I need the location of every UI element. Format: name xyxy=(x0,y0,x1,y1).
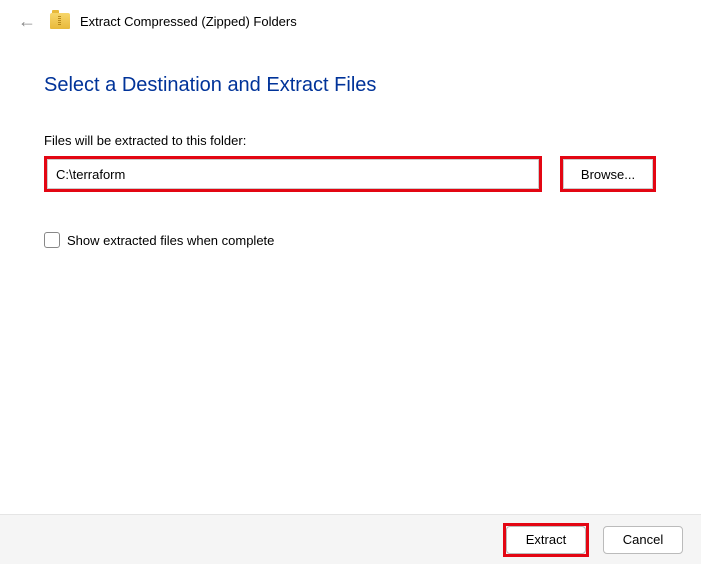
show-files-label[interactable]: Show extracted files when complete xyxy=(67,233,274,248)
wizard-footer: Extract Cancel xyxy=(0,514,701,564)
extract-button-highlight: Extract xyxy=(503,523,589,557)
cancel-button[interactable]: Cancel xyxy=(603,526,683,554)
show-files-checkbox[interactable] xyxy=(44,232,60,248)
destination-path-input[interactable] xyxy=(47,159,539,189)
wizard-header: ← Extract Compressed (Zipped) Folders xyxy=(0,0,701,40)
browse-button[interactable]: Browse... xyxy=(563,159,653,189)
path-input-highlight xyxy=(44,156,542,192)
zipped-folder-icon xyxy=(50,13,70,29)
browse-button-highlight: Browse... xyxy=(560,156,656,192)
wizard-title: Extract Compressed (Zipped) Folders xyxy=(80,14,297,29)
show-files-checkbox-row: Show extracted files when complete xyxy=(44,232,657,248)
extract-button[interactable]: Extract xyxy=(506,526,586,554)
destination-row: Browse... xyxy=(44,156,657,192)
destination-label: Files will be extracted to this folder: xyxy=(44,133,657,148)
page-heading: Select a Destination and Extract Files xyxy=(44,74,657,97)
back-arrow-icon[interactable]: ← xyxy=(14,10,40,32)
wizard-content: Select a Destination and Extract Files F… xyxy=(0,40,701,248)
